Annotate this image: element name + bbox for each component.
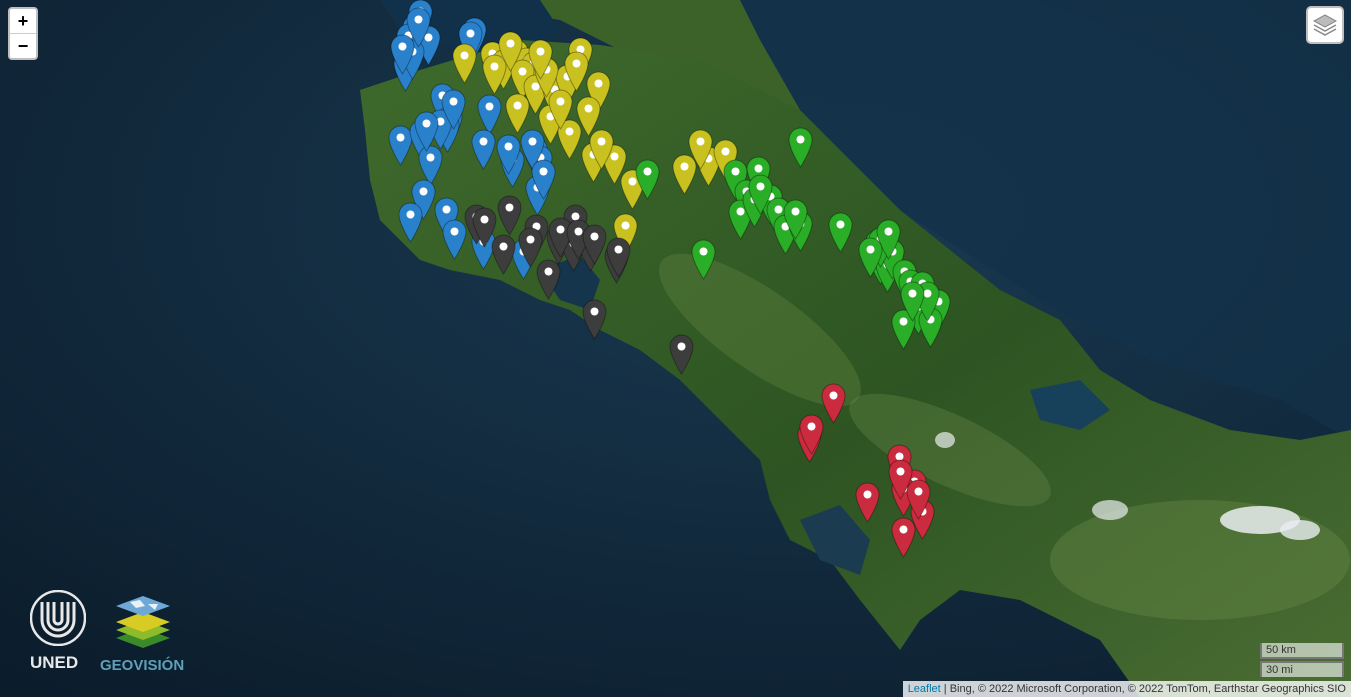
uned-emblem	[29, 589, 87, 647]
marker-pin-icon	[452, 43, 477, 84]
map-marker-green[interactable]	[828, 212, 853, 253]
map-marker-yellow[interactable]	[452, 43, 477, 84]
marker-pin-icon	[821, 383, 846, 424]
geovision-emblem	[116, 596, 170, 648]
map-marker-green[interactable]	[900, 281, 925, 322]
map-marker-red[interactable]	[891, 517, 916, 558]
marker-pin-icon	[406, 7, 431, 48]
attribution-text: | Bing, © 2022 Microsoft Corporation, © …	[940, 683, 1346, 695]
map-marker-gray[interactable]	[606, 237, 631, 278]
marker-pin-icon	[888, 459, 913, 500]
map-marker-blue[interactable]	[531, 159, 556, 200]
marker-pin-icon	[799, 414, 824, 455]
map-marker-blue[interactable]	[414, 111, 439, 152]
map-marker-blue[interactable]	[406, 7, 431, 48]
map-marker-yellow[interactable]	[505, 93, 530, 134]
map-marker-blue[interactable]	[441, 89, 466, 130]
marker-pin-icon	[414, 111, 439, 152]
map-marker-gray[interactable]	[472, 207, 497, 248]
marker-pin-icon	[589, 129, 614, 170]
map-marker-green[interactable]	[748, 174, 773, 215]
marker-pin-icon	[582, 224, 607, 265]
map-marker-red[interactable]	[799, 414, 824, 455]
scale-km: 50 km	[1260, 643, 1344, 659]
map-marker-green[interactable]	[858, 237, 883, 278]
map-marker-yellow[interactable]	[528, 39, 553, 80]
marker-pin-icon	[531, 159, 556, 200]
marker-pin-icon	[496, 134, 521, 175]
zoom-out-button[interactable]: −	[10, 33, 36, 58]
marker-pin-icon	[441, 89, 466, 130]
map-marker-yellow[interactable]	[589, 129, 614, 170]
marker-pin-icon	[669, 334, 694, 375]
map-marker-red[interactable]	[888, 459, 913, 500]
layers-button[interactable]	[1306, 6, 1344, 44]
geovision-logo: GEOVISIÓN	[100, 592, 186, 674]
marker-pin-icon	[528, 39, 553, 80]
marker-pin-icon	[891, 517, 916, 558]
marker-pin-icon	[858, 237, 883, 278]
scale-mi: 30 mi	[1260, 661, 1344, 677]
map-marker-gray[interactable]	[582, 299, 607, 340]
marker-pin-icon	[518, 227, 543, 268]
map-marker-gray[interactable]	[582, 224, 607, 265]
marker-pin-icon	[472, 207, 497, 248]
leaflet-link[interactable]: Leaflet	[908, 683, 941, 695]
map-marker-yellow[interactable]	[564, 51, 589, 92]
zoom-in-button[interactable]: +	[10, 9, 36, 33]
marker-pin-icon	[548, 89, 573, 130]
marker-pin-icon	[783, 199, 808, 240]
map-marker-yellow[interactable]	[688, 129, 713, 170]
marker-pin-icon	[788, 127, 813, 168]
marker-pin-icon	[748, 174, 773, 215]
marker-pin-icon	[471, 129, 496, 170]
map-marker-red[interactable]	[855, 482, 880, 523]
marker-pin-icon	[582, 299, 607, 340]
map-marker-red[interactable]	[821, 383, 846, 424]
map-marker-blue[interactable]	[496, 134, 521, 175]
marker-pin-icon	[635, 159, 660, 200]
marker-pin-icon	[505, 93, 530, 134]
marker-pin-icon	[606, 237, 631, 278]
scale-bar: 50 km 30 mi	[1260, 643, 1344, 677]
map-marker-blue[interactable]	[398, 202, 423, 243]
map-marker-green[interactable]	[691, 239, 716, 280]
map-canvas[interactable]	[0, 0, 1351, 697]
attribution: Leaflet | Bing, © 2022 Microsoft Corpora…	[902, 681, 1351, 697]
uned-logo-text: UNED	[30, 653, 79, 672]
uned-logo: UNED	[29, 589, 90, 673]
geovision-logo-text: GEOVISIÓN	[100, 657, 185, 674]
marker-pin-icon	[688, 129, 713, 170]
marker-pin-icon	[691, 239, 716, 280]
map-marker-yellow[interactable]	[548, 89, 573, 130]
map-marker-gray[interactable]	[518, 227, 543, 268]
map-marker-yellow[interactable]	[482, 54, 507, 95]
map-marker-gray[interactable]	[669, 334, 694, 375]
marker-pin-icon	[900, 281, 925, 322]
zoom-control: + −	[8, 7, 38, 60]
map-marker-blue[interactable]	[471, 129, 496, 170]
marker-pin-icon	[828, 212, 853, 253]
map-marker-green[interactable]	[783, 199, 808, 240]
marker-pin-icon	[855, 482, 880, 523]
layers-icon	[1312, 14, 1338, 36]
marker-pin-icon	[564, 51, 589, 92]
map-marker-green[interactable]	[635, 159, 660, 200]
marker-pin-icon	[482, 54, 507, 95]
map-marker-green[interactable]	[788, 127, 813, 168]
marker-pin-icon	[398, 202, 423, 243]
